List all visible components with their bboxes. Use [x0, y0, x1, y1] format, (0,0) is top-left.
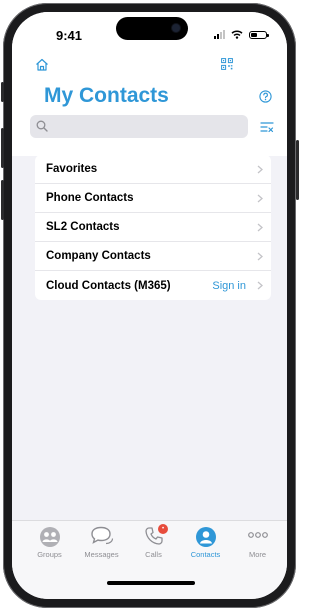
tab-label: Contacts: [190, 550, 221, 559]
tab-bar: Groups Messages • Calls Contacts More: [12, 520, 287, 599]
home-button[interactable]: [32, 56, 52, 72]
power-button: [296, 140, 299, 200]
search-bar[interactable]: [30, 115, 248, 138]
volume-down-button: [1, 180, 4, 220]
chevron-right-icon: [257, 194, 263, 203]
search-icon: [36, 120, 48, 132]
chevron-right-icon: [257, 281, 263, 290]
list-item-label: Company Contacts: [46, 250, 151, 262]
status-icons: [214, 30, 269, 39]
list-item-phone-contacts[interactable]: Phone Contacts: [35, 184, 271, 213]
list-item-cloud-contacts[interactable]: Cloud Contacts (M365) Sign in: [35, 271, 271, 300]
home-indicator: [107, 581, 195, 585]
status-time: 9:41: [56, 28, 83, 43]
tab-calls[interactable]: • Calls: [126, 524, 181, 566]
tab-label: Messages: [84, 550, 119, 559]
person-icon: [195, 527, 216, 547]
tab-label: Groups: [37, 550, 62, 559]
more-icon: [247, 532, 268, 538]
battery-icon: [249, 30, 269, 39]
list-item-sl2-contacts[interactable]: SL2 Contacts: [35, 213, 271, 242]
help-button[interactable]: [257, 88, 273, 104]
volume-up-button: [1, 128, 4, 168]
chevron-right-icon: [257, 223, 263, 232]
list-item-label: Phone Contacts: [46, 192, 134, 204]
house-icon: [36, 58, 48, 71]
list-item-label: Favorites: [46, 163, 98, 175]
messages-icon: [90, 526, 113, 545]
side-button: [1, 82, 4, 102]
qr-code-button[interactable]: [218, 56, 236, 72]
filter-icon: [260, 122, 274, 133]
camera-icon: [172, 24, 180, 32]
screen: 9:41 My Contacts Favorites Phone Contact…: [12, 12, 287, 599]
signal-icon: [214, 30, 225, 39]
help-circle-icon: [258, 89, 272, 103]
list-item-company-contacts[interactable]: Company Contacts: [35, 242, 271, 271]
tab-messages[interactable]: Messages: [74, 526, 129, 566]
list-item-label: Cloud Contacts (M365): [46, 279, 171, 292]
sign-in-link[interactable]: Sign in: [212, 280, 246, 292]
chevron-right-icon: [257, 165, 263, 174]
list-item-label: SL2 Contacts: [46, 221, 120, 233]
contacts-list: Favorites Phone Contacts SL2 Contacts Co…: [35, 155, 271, 300]
list-item-favorites[interactable]: Favorites: [35, 155, 271, 184]
page-title: My Contacts: [44, 84, 169, 107]
tab-groups[interactable]: Groups: [22, 526, 77, 566]
tab-contacts[interactable]: Contacts: [178, 526, 233, 566]
groups-icon: [39, 527, 60, 547]
filter-button[interactable]: [257, 118, 277, 136]
tab-label: Calls: [145, 550, 162, 559]
qr-code-icon: [221, 58, 233, 70]
tab-more[interactable]: More: [230, 526, 285, 566]
dynamic-island: [116, 17, 188, 40]
wifi-icon: [231, 30, 243, 39]
calls-badge: •: [158, 524, 168, 534]
tab-label: More: [248, 550, 267, 559]
search-input[interactable]: [52, 117, 246, 138]
chevron-right-icon: [257, 252, 263, 261]
